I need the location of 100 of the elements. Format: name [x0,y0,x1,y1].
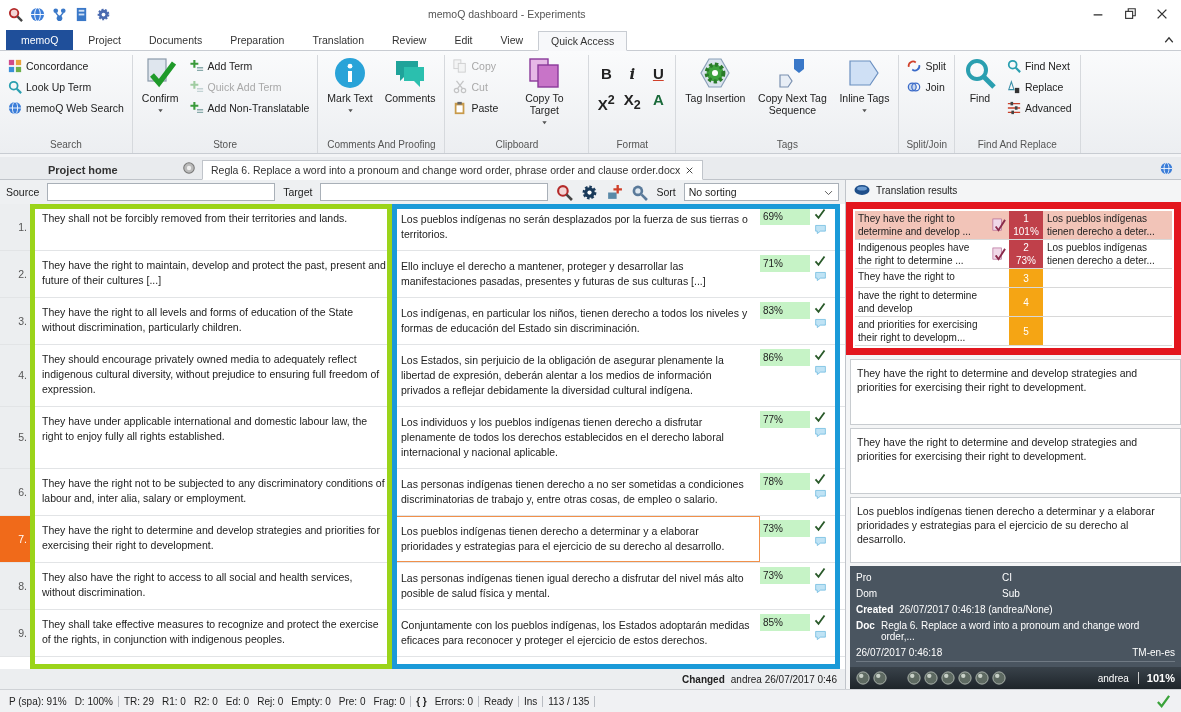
result-target: Los pueblos indígenas tienen derecho a deter... [1046,241,1156,269]
plus-icon[interactable] [606,183,624,201]
format-button[interactable]: A [647,89,670,111]
ribbon-button[interactable]: Comments [381,55,439,106]
target-cell[interactable]: Ello incluye el derecho a mantener, proteger y desarrollar las manifestaciones pasadas, presentes y futuras de sus culturas [...] [392,251,760,297]
format-button[interactable]: X$^{2}$ [595,89,618,111]
magnifier-icon[interactable] [556,183,574,201]
meta-value: 26/07/2017 0:46:18 [856,647,943,658]
magnifier-icon[interactable] [8,6,23,22]
target-cell[interactable]: Los indígenas, en particular los niños, tienen derecho a todos los niveles y formas de educación del Estado sin discriminación. [392,298,760,344]
round-button[interactable] [907,671,921,685]
target-cell[interactable]: Las personas indígenas tienen derecho a no ser sometidas a condiciones discriminatorias de trabajo y, entre otras cosas, de empleo o salario. [392,469,760,515]
ribbon-button[interactable]: Inline Tags [836,55,893,116]
row-number[interactable]: 3. [0,298,30,344]
branch-icon[interactable] [52,6,67,22]
ribbon-tab[interactable]: Edit [441,30,486,50]
round-button[interactable] [856,671,870,685]
ribbon-button[interactable]: Mark Text [324,55,376,116]
globe-icon[interactable] [30,6,45,22]
sort-dropdown[interactable]: No sorting [683,183,839,201]
circle-icon[interactable] [182,161,196,175]
ribbon-button[interactable]: Paste [451,99,501,117]
match-rate: 71% [760,255,810,272]
target-cell[interactable]: Los Estados, sin perjuicio de la obligación de asegurar plenamente la libertad de expresión, deberán alentar a los medios de información privados a reflejar debidamente la diversidad cultural indígena. [392,345,760,406]
ribbon-tab[interactable]: Documents [136,30,216,50]
match-rate: 83% [760,302,810,319]
round-button[interactable] [941,671,955,685]
match-rate: 85% [760,614,810,631]
ribbon-button[interactable]: Concordance [6,57,126,75]
result-row[interactable]: have the right to determine and develop 4 [855,288,1172,318]
row-number[interactable]: 2. [0,251,30,297]
document-tab[interactable]: Project home [40,161,176,179]
meta-value: 26/07/2017 0:46:18 (andrea/None) [899,604,1053,615]
ribbon-button[interactable]: Replace [1004,78,1074,96]
format-button[interactable]: B [595,63,618,85]
format-button[interactable]: X$_{2}$ [621,89,644,111]
target-cell[interactable]: Los pueblos indígenas no serán desplazados por la fuerza de sus tierras o territorios. [392,204,760,250]
round-button[interactable] [873,671,887,685]
round-button[interactable] [992,671,1006,685]
ribbon-tab[interactable]: Preparation [217,30,298,50]
result-row[interactable]: and priorities for exercising their right to developm... 5 [855,317,1172,347]
row-number[interactable]: 8. [0,563,30,609]
ribbon-button[interactable]: Copy Next Tag Sequence [754,55,831,118]
ribbon-button[interactable]: Add Non-Translatable [187,99,312,117]
ribbon-button[interactable]: Join [905,78,948,96]
ribbon-tab[interactable]: Quick Access [538,31,628,51]
ribbon-button[interactable]: Copy To Target [506,55,583,128]
checkmark-icon [814,520,826,532]
target-cell[interactable]: Los individuos y los pueblos indígenas tienen derecho a disfrutar plenamente de todos los derechos establecidos en el derecho laboral internacional y nacional aplicable. [392,407,760,468]
target-cell[interactable]: Las personas indígenas tienen igual derecho a disfrutar del nivel más alto posible de salud física y mental. [392,563,760,609]
zoom-icon[interactable] [631,183,649,201]
ribbon-tab[interactable]: Project [75,30,135,50]
row-number[interactable]: 9. [0,610,30,656]
round-button[interactable] [975,671,989,685]
row-number[interactable]: 4. [0,345,30,406]
close-icon[interactable] [685,165,695,175]
row-number[interactable]: 6. [0,469,30,515]
checkmark-icon [814,567,826,579]
document-tab[interactable]: Regla 6. Replace a word into a pronoum and change word order, phrase order and clause order.docx [202,160,704,180]
ribbon-button[interactable]: Look Up Term [6,78,126,96]
ribbon-button[interactable]: Add Term [187,57,312,75]
meta-label: Doc [856,620,875,633]
window-title: memoQ dashboard - Experiments [428,8,587,20]
row-number[interactable]: 1. [0,204,30,250]
round-button[interactable] [924,671,938,685]
ribbon-tab[interactable]: Translation [299,30,377,50]
meta-label: Pro [856,572,873,583]
ribbon-button[interactable]: Split [905,57,948,75]
ribbon-tab[interactable]: Review [379,30,440,50]
ribbon-button[interactable]: Confirm [138,55,182,116]
format-button[interactable]: i [621,63,644,85]
info-icon [334,57,366,89]
row-number[interactable]: 5. [0,407,30,468]
globe-icon[interactable] [1160,162,1173,175]
search-icon [8,80,22,94]
close-icon[interactable] [1155,7,1169,21]
ribbon-button[interactable]: Advanced [1004,99,1074,117]
ribbon-button[interactable]: Find [960,55,999,106]
book-icon[interactable] [74,6,89,22]
ribbon-tab[interactable]: memoQ [6,30,74,50]
restore-icon[interactable] [1123,7,1137,21]
round-button[interactable] [958,671,972,685]
settings-icon[interactable] [581,183,599,201]
format-button[interactable]: U [647,63,670,85]
result-row[interactable]: They have the right to 3 [855,269,1172,289]
rank-cell: 3 [1009,269,1043,288]
ribbon-button[interactable]: Tag Insertion [682,55,749,106]
search-icon [963,57,996,89]
split-icon [907,59,922,73]
ribbon-button[interactable]: Find Next [1004,57,1074,75]
result-row[interactable]: Indigenous peoples have the right to determine ... 2 73% Los pueblos indígenas tienen derecho a deter... [855,240,1172,270]
source-cell-text: They shall not be forcibly removed from their territories and lands. [41,211,349,226]
ribbon-tab[interactable]: View [487,30,537,50]
target-cell[interactable]: Conjuntamente con los pueblos indígenas, los Estados adoptarán medidas eficaces para reconocer y proteger el ejercicio de estos derechos. [392,610,760,656]
target-filter-field[interactable] [320,183,549,201]
source-filter-field[interactable] [47,183,276,201]
ribbon-button[interactable]: memoQ Web Search [6,99,126,117]
group-label: Store [213,138,238,152]
result-row[interactable]: They have the right to determine and develop ... 1 101% Los pueblos indígenas tienen derecho a deter... [855,211,1172,241]
gear-icon[interactable] [96,6,111,22]
